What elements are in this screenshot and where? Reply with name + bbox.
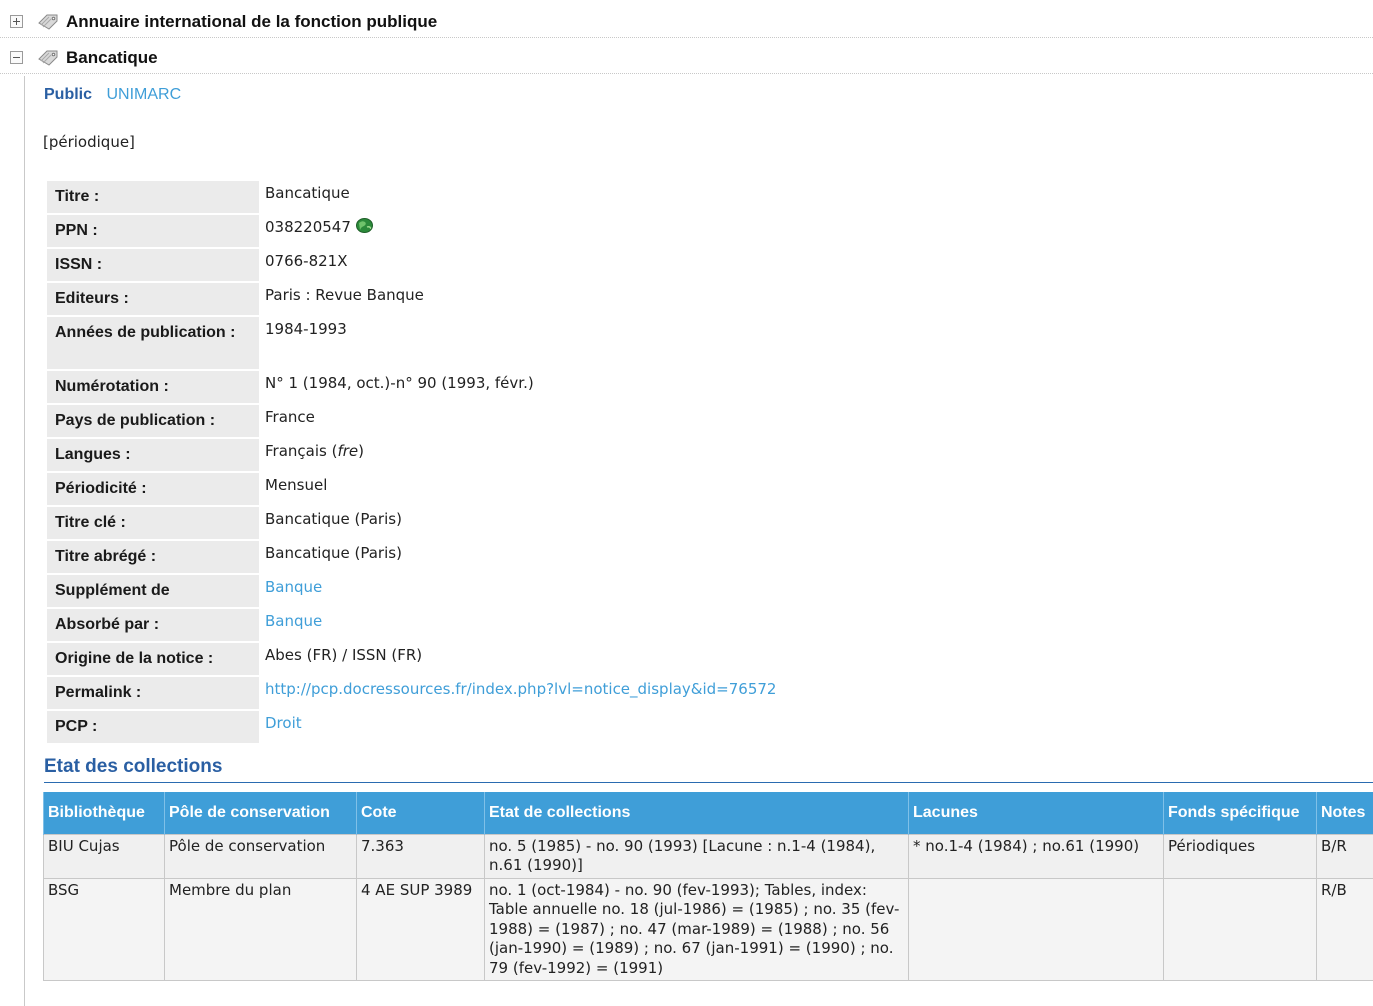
notice-header-annuaire[interactable]: Annuaire international de la fonction pu… [0, 4, 1373, 38]
detail-label: ISSN : [47, 249, 259, 281]
collections-heading: Etat des collections [44, 756, 1373, 783]
collapse-icon[interactable] [10, 51, 23, 64]
detail-label: Périodicité : [47, 473, 259, 505]
detail-label: Titre abrégé : [47, 541, 259, 573]
detail-row-issn: ISSN : 0766-821X [47, 249, 1309, 281]
document-type: [périodique] [43, 133, 135, 151]
tab-public[interactable]: Public [44, 86, 92, 103]
pcp-link[interactable]: Droit [265, 714, 302, 732]
cell-pole: Membre du plan [164, 877, 357, 981]
language-code: fre [337, 442, 359, 460]
tag-icon [38, 14, 58, 30]
detail-value: Paris : Revue Banque [265, 286, 424, 304]
detail-row-periodicite: Périodicité : Mensuel [47, 473, 1309, 505]
cell-etat: no. 5 (1985) - no. 90 (1993) [Lacune : n… [484, 833, 909, 879]
detail-value: 0766-821X [265, 252, 348, 270]
detail-value: Français (fre) [265, 442, 364, 460]
detail-value: Bancatique (Paris) [265, 544, 402, 562]
expand-icon[interactable] [10, 15, 23, 28]
ppn-value: 038220547 [265, 218, 351, 236]
detail-row-supplement: Supplément de Banque [47, 575, 1309, 607]
detail-row-ppn: PPN : 038220547 [47, 215, 1309, 247]
detail-value: Banque [261, 609, 1309, 641]
absorbed-by-link[interactable]: Banque [265, 612, 322, 630]
tab-unimarc[interactable]: UNIMARC [106, 86, 181, 103]
cell-fonds: Périodiques [1163, 833, 1317, 879]
detail-value: http://pcp.docressources.fr/index.php?lv… [261, 677, 1309, 709]
detail-value: 038220547 [261, 215, 1309, 247]
detail-row-absorbe: Absorbé par : Banque [47, 609, 1309, 641]
view-tabs: Public UNIMARC [44, 86, 181, 104]
column-header: Etat de collections [484, 792, 909, 834]
collections-header-row: Bibliothèque Pôle de conservation Cote E… [43, 792, 1373, 834]
detail-label: Absorbé par : [47, 609, 259, 641]
cell-notes: R/B [1316, 877, 1373, 981]
detail-label: Langues : [47, 439, 259, 471]
globe-icon[interactable] [355, 218, 373, 233]
cell-etat: no. 1 (oct-1984) - no. 90 (fev-1993); Ta… [484, 877, 909, 981]
cell-bibliotheque: BIU Cujas [43, 833, 165, 879]
collections-table: Bibliothèque Pôle de conservation Cote E… [43, 792, 1373, 981]
detail-label: Titre clé : [47, 507, 259, 539]
notice-body: Public UNIMARC [périodique] Titre : Banc… [24, 76, 1373, 1006]
cell-fonds [1163, 877, 1317, 981]
detail-value: N° 1 (1984, oct.)-n° 90 (1993, févr.) [265, 374, 534, 392]
cell-pole: Pôle de conservation [164, 833, 357, 879]
detail-row-pays: Pays de publication : France [47, 405, 1309, 437]
detail-row-numerotation: Numérotation : N° 1 (1984, oct.)-n° 90 (… [47, 371, 1309, 403]
detail-row-titre-cle: Titre clé : Bancatique (Paris) [47, 507, 1309, 539]
detail-label: Supplément de [47, 575, 259, 607]
cell-cote: 7.363 [356, 833, 485, 879]
notice-header-bancatique[interactable]: Bancatique [0, 40, 1373, 74]
detail-value: Droit [261, 711, 1309, 743]
detail-row-permalink: Permalink : http://pcp.docressources.fr/… [47, 677, 1309, 709]
notice-title[interactable]: Bancatique [66, 48, 158, 68]
detail-row-titre: Titre : Bancatique [47, 181, 1309, 213]
detail-value: 1984-1993 [265, 320, 347, 338]
detail-value: France [265, 408, 315, 426]
detail-label: Permalink : [47, 677, 259, 709]
cell-notes: B/R [1316, 833, 1373, 879]
tag-icon [38, 50, 58, 66]
detail-label: Pays de publication : [47, 405, 259, 437]
detail-value: Banque [261, 575, 1309, 607]
cell-lacunes: * no.1-4 (1984) ; no.61 (1990) [908, 833, 1164, 879]
detail-label: Editeurs : [47, 283, 259, 315]
detail-row-langues: Langues : Français (fre) [47, 439, 1309, 471]
supplement-link[interactable]: Banque [265, 578, 322, 596]
column-header: Notes [1316, 792, 1373, 834]
detail-value: Mensuel [265, 476, 328, 494]
column-header: Fonds spécifique [1163, 792, 1317, 834]
cell-bibliotheque: BSG [43, 877, 165, 981]
detail-label: Titre : [47, 181, 259, 213]
notice-title[interactable]: Annuaire international de la fonction pu… [66, 12, 437, 32]
detail-value: Bancatique (Paris) [265, 510, 402, 528]
column-header: Lacunes [908, 792, 1164, 834]
detail-value: Bancatique [265, 184, 350, 202]
column-header: Cote [356, 792, 485, 834]
cell-cote: 4 AE SUP 3989 [356, 877, 485, 981]
column-header: Pôle de conservation [164, 792, 357, 834]
detail-row-titre-abrege: Titre abrégé : Bancatique (Paris) [47, 541, 1309, 573]
language-name: Français [265, 442, 327, 460]
notice-details-table: Titre : Bancatique PPN : 038220547 ISSN … [45, 179, 1311, 745]
permalink-link[interactable]: http://pcp.docressources.fr/index.php?lv… [265, 680, 776, 698]
detail-label: Numérotation : [47, 371, 259, 403]
table-row: BSG Membre du plan 4 AE SUP 3989 no. 1 (… [43, 877, 1373, 981]
detail-value: Abes (FR) / ISSN (FR) [265, 646, 423, 664]
detail-row-pcp: PCP : Droit [47, 711, 1309, 743]
detail-row-editeurs: Editeurs : Paris : Revue Banque [47, 283, 1309, 315]
detail-label: PPN : [47, 215, 259, 247]
detail-label: Années de publication : [47, 317, 259, 369]
detail-row-origine: Origine de la notice : Abes (FR) / ISSN … [47, 643, 1309, 675]
detail-row-annees: Années de publication : 1984-1993 [47, 317, 1309, 369]
table-row: BIU Cujas Pôle de conservation 7.363 no.… [43, 833, 1373, 879]
cell-lacunes [908, 877, 1164, 981]
detail-label: Origine de la notice : [47, 643, 259, 675]
detail-label: PCP : [47, 711, 259, 743]
column-header: Bibliothèque [43, 792, 165, 834]
